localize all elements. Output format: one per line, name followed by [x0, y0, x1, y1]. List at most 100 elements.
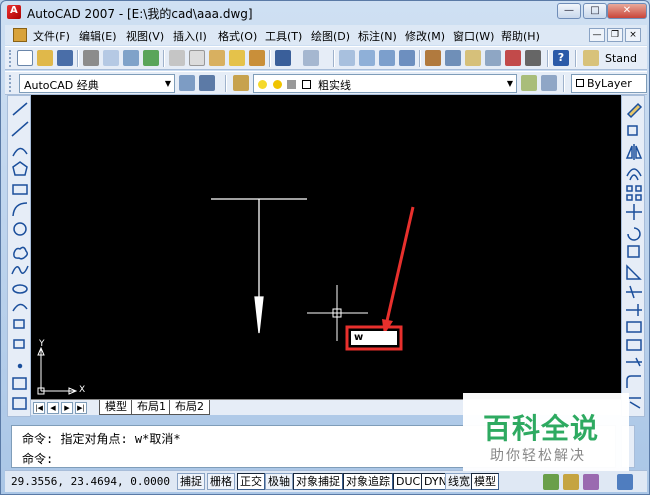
zoom-window-icon[interactable]: [379, 50, 395, 66]
undo-icon[interactable]: [275, 50, 291, 66]
tab-layout1[interactable]: 布局1: [131, 400, 172, 415]
lineweight-toggle[interactable]: 线宽: [445, 473, 473, 490]
move-icon[interactable]: [626, 204, 642, 220]
gradient-icon[interactable]: [12, 397, 27, 410]
tab-model[interactable]: 模型: [99, 400, 133, 415]
text-style-icon[interactable]: [583, 50, 599, 66]
polygon-icon[interactable]: [12, 161, 28, 176]
dynamic-input-box[interactable]: w: [351, 331, 397, 345]
maximize-button[interactable]: □: [583, 3, 607, 19]
copy-icon[interactable]: [189, 50, 205, 66]
menu-file[interactable]: 文件(F): [33, 28, 70, 44]
coordinate-readout[interactable]: 29.3556, 23.4694, 0.0000: [11, 475, 170, 488]
close-button[interactable]: ✕: [607, 3, 647, 19]
zoom-previous-icon[interactable]: [399, 50, 415, 66]
autocad-app-icon[interactable]: [7, 5, 21, 19]
plot-preview-icon[interactable]: [103, 50, 119, 66]
break-icon[interactable]: [626, 321, 642, 333]
insert-block-icon[interactable]: [13, 319, 25, 329]
last-tab-button[interactable]: ▶|: [75, 402, 87, 414]
menu-tools[interactable]: 工具(T): [265, 28, 302, 44]
menu-insert[interactable]: 插入(I): [173, 28, 207, 44]
prev-tab-button[interactable]: ◀: [47, 402, 59, 414]
command-prompt[interactable]: 命令:: [22, 450, 53, 467]
mirror-icon[interactable]: [625, 144, 643, 160]
scale-icon[interactable]: [627, 245, 640, 258]
tab-layout2[interactable]: 布局2: [169, 400, 210, 415]
ellipse-arc-icon[interactable]: [12, 303, 28, 312]
block-editor-icon[interactable]: [249, 50, 265, 66]
array-icon[interactable]: [626, 185, 642, 201]
rotate-icon[interactable]: [627, 227, 641, 241]
ortho-toggle[interactable]: 正交: [237, 473, 265, 490]
calculator-icon[interactable]: [525, 50, 541, 66]
point-icon[interactable]: [17, 363, 23, 369]
minimize-button[interactable]: —: [557, 3, 581, 19]
polyline-icon[interactable]: [12, 147, 28, 157]
redo-icon[interactable]: [303, 50, 319, 66]
rectangle-icon[interactable]: [12, 184, 28, 195]
zoom-realtime-icon[interactable]: [359, 50, 375, 66]
communication-center-icon[interactable]: [543, 474, 559, 490]
menu-modify[interactable]: 修改(M): [405, 28, 445, 44]
document-icon[interactable]: [13, 28, 27, 42]
copy-object-icon[interactable]: [627, 125, 638, 136]
match-properties-icon[interactable]: [229, 50, 245, 66]
model-toggle[interactable]: 模型: [471, 473, 499, 490]
menu-dimension[interactable]: 标注(N): [358, 28, 397, 44]
properties-icon[interactable]: [425, 50, 441, 66]
layer-manager-icon[interactable]: [233, 75, 249, 91]
toolbar-grip[interactable]: [9, 50, 12, 67]
trim-icon[interactable]: [626, 285, 642, 299]
workspace-dropdown[interactable]: AutoCAD 经典 ▼: [19, 74, 175, 93]
drawn-t-shape[interactable]: [211, 198, 307, 334]
line-tool-icon[interactable]: [12, 102, 28, 116]
offset-icon[interactable]: [626, 168, 642, 181]
save-workspace-icon[interactable]: [199, 75, 215, 91]
join-icon[interactable]: [626, 339, 642, 351]
pan-icon[interactable]: [339, 50, 355, 66]
snap-toggle[interactable]: 捕捉: [177, 473, 205, 490]
circle-icon[interactable]: [13, 222, 27, 236]
arc-icon[interactable]: [12, 202, 28, 217]
clean-screen-icon[interactable]: [617, 474, 633, 490]
construction-line-icon[interactable]: [11, 121, 29, 137]
chamfer-icon[interactable]: [626, 357, 642, 367]
lock-toolbars-icon[interactable]: [563, 474, 579, 490]
mdi-minimize-button[interactable]: —: [589, 28, 605, 42]
polar-toggle[interactable]: 极轴: [265, 473, 293, 490]
save-icon[interactable]: [57, 50, 73, 66]
stretch-icon[interactable]: [626, 264, 642, 280]
drawing-area[interactable]: w Y X: [31, 95, 621, 399]
extend-icon[interactable]: [626, 304, 642, 316]
design-center-icon[interactable]: [445, 50, 461, 66]
make-block-icon[interactable]: [13, 339, 25, 349]
workspace-settings-icon[interactable]: [179, 75, 195, 91]
erase-icon[interactable]: [626, 102, 643, 119]
new-file-icon[interactable]: [17, 50, 33, 66]
spline-icon[interactable]: [11, 265, 29, 275]
menu-window[interactable]: 窗口(W): [453, 28, 494, 44]
first-tab-button[interactable]: |◀: [33, 402, 45, 414]
mdi-restore-button[interactable]: ❐: [607, 28, 623, 42]
sheet-set-icon[interactable]: [485, 50, 501, 66]
revision-cloud-icon[interactable]: [13, 246, 29, 260]
menu-view[interactable]: 视图(V): [126, 28, 164, 44]
menu-edit[interactable]: 编辑(E): [79, 28, 117, 44]
menu-help[interactable]: 帮助(H): [501, 28, 540, 44]
publish-icon[interactable]: [123, 50, 139, 66]
fillet-icon[interactable]: [626, 375, 641, 388]
layer-previous-icon[interactable]: [541, 75, 557, 91]
paste-icon[interactable]: [209, 50, 225, 66]
next-tab-button[interactable]: ▶: [61, 402, 73, 414]
osnap-toggle[interactable]: 对象捕捉: [293, 473, 343, 490]
layer-dropdown[interactable]: 粗实线 ▼: [253, 74, 517, 93]
otrack-toggle[interactable]: 对象追踪: [343, 473, 393, 490]
menu-format[interactable]: 格式(O): [218, 28, 257, 44]
grid-toggle[interactable]: 栅格: [207, 473, 235, 490]
3d-dwf-icon[interactable]: [143, 50, 159, 66]
color-dropdown[interactable]: ByLayer: [571, 74, 647, 93]
help-icon[interactable]: ?: [553, 50, 569, 66]
hatch-icon[interactable]: [12, 377, 27, 390]
mdi-close-button[interactable]: ×: [625, 28, 641, 42]
